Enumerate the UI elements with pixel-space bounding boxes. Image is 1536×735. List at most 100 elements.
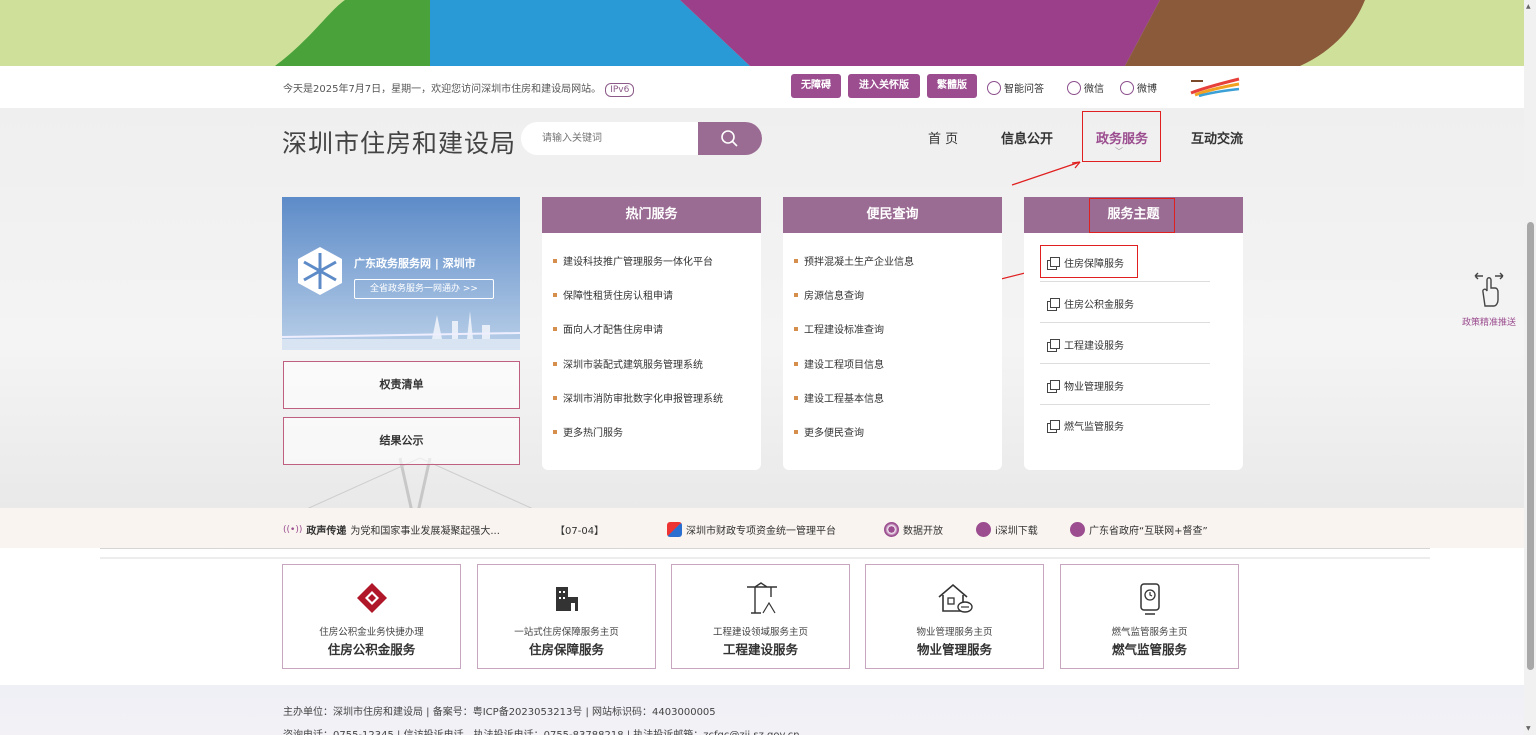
hot-service-item[interactable]: 面向人才配售住房申请 xyxy=(553,321,663,336)
card-subtitle: 物业管理服务主页 xyxy=(916,627,993,638)
search-button[interactable] xyxy=(698,122,762,155)
bullet-icon xyxy=(553,258,557,263)
top-banner xyxy=(0,0,1536,66)
main-area xyxy=(0,108,1524,559)
topic-property-management[interactable]: 物业管理服务 xyxy=(1047,378,1124,393)
topic-housing-fund[interactable]: 住房公积金服务 xyxy=(1047,296,1134,311)
promo-button[interactable]: 全省政务服务一网通办 >> xyxy=(354,279,494,299)
card-housing-security[interactable]: 一站式住房保障服务主页 住房保障服务 xyxy=(477,564,656,669)
weibo-link[interactable]: 微博 xyxy=(1120,80,1157,95)
care-mode-button[interactable]: 进入关怀版 xyxy=(848,74,920,98)
hot-service-label: 深圳市消防审批数字化申报管理系统 xyxy=(563,394,723,405)
card-property-management[interactable]: 物业管理服务主页 物业管理服务 xyxy=(865,564,1044,669)
scroll-up-arrow-icon[interactable]: ▲ xyxy=(1526,3,1531,10)
query-label: 建设工程基本信息 xyxy=(804,394,884,405)
divider xyxy=(1040,322,1210,323)
open-data-icon xyxy=(884,522,899,537)
card-subtitle: 燃气监管服务主页 xyxy=(1111,627,1188,638)
copy-icon xyxy=(1047,339,1060,352)
nav-interaction[interactable]: 互动交流 xyxy=(1191,128,1243,147)
bullet-icon xyxy=(553,361,557,366)
traditional-chinese-button[interactable]: 繁體版 xyxy=(927,74,977,98)
hot-service-label: 更多热门服务 xyxy=(563,428,623,439)
nav-info-disclosure[interactable]: 信息公开 xyxy=(1001,128,1053,147)
query-item[interactable]: 建设工程项目信息 xyxy=(794,356,884,371)
divider xyxy=(1040,281,1210,282)
hot-service-label: 面向人才配售住房申请 xyxy=(563,325,663,336)
convenience-query-title: 便民查询 xyxy=(783,197,1002,233)
nav-home[interactable]: 首 页 xyxy=(928,128,958,147)
scroll-down-arrow-icon[interactable]: ▼ xyxy=(1526,725,1531,732)
query-label: 建设工程项目信息 xyxy=(804,360,884,371)
gd-gov-service-promo[interactable]: 广东政务服务网 | 深圳市 全省政务服务一网通办 >> xyxy=(282,197,520,350)
highlight-box-housing-security xyxy=(1040,245,1138,278)
scrollbar-thumb[interactable] xyxy=(1527,222,1534,670)
diamond-logo-icon xyxy=(356,583,387,613)
footer: 主办单位：深圳市住房和建设局 | 备案号：粤ICP备2023053213号 | … xyxy=(0,685,1524,735)
query-item[interactable]: 预拌混凝土生产企业信息 xyxy=(794,253,914,268)
card-housing-fund[interactable]: 住房公积金业务快捷办理 住房公积金服务 xyxy=(282,564,461,669)
bullet-icon xyxy=(553,292,557,297)
supervision-link[interactable]: 广东省政府“互联网+督查” xyxy=(1070,522,1208,537)
query-item[interactable]: 房源信息查询 xyxy=(794,287,864,302)
i-shenzhen-label: i深圳下载 xyxy=(995,526,1038,537)
policy-push-widget[interactable]: 政策精准推送 xyxy=(1453,266,1525,328)
card-title: 住房保障服务 xyxy=(528,642,604,657)
shenzhen-logo[interactable] xyxy=(1189,75,1241,97)
bullet-icon xyxy=(794,429,798,434)
card-subtitle: 一站式住房保障服务主页 xyxy=(514,627,619,638)
highlight-box-topics-title xyxy=(1089,198,1175,233)
card-gas-supervision[interactable]: 燃气监管服务主页 燃气监管服务 xyxy=(1060,564,1239,669)
welcome-text: 今天是2025年7月7日，星期一，欢迎您访问深圳市住房和建设局网站。 IPv6 xyxy=(283,80,635,97)
gas-meter-icon xyxy=(1061,581,1238,615)
city-skyline-image xyxy=(282,311,520,350)
i-shenzhen-icon xyxy=(976,522,991,537)
query-label: 预拌混凝土生产企业信息 xyxy=(804,257,914,268)
highlight-box-nav xyxy=(1082,111,1161,162)
query-item[interactable]: 建设工程基本信息 xyxy=(794,390,884,405)
news-tag: 政声传递 xyxy=(306,526,347,537)
hot-service-item[interactable]: 建设科技推广管理服务一体化平台 xyxy=(553,253,713,268)
smart-qa-label: 智能问答 xyxy=(1004,84,1044,95)
house-chat-icon xyxy=(866,581,1043,615)
more-hot-services-link[interactable]: 更多热门服务 xyxy=(553,424,623,439)
card-construction[interactable]: 工程建设领域服务主页 工程建设服务 xyxy=(671,564,850,669)
smart-qa-link[interactable]: 智能问答 xyxy=(987,80,1044,95)
weibo-label: 微博 xyxy=(1137,84,1157,95)
news-headline[interactable]: ((•)) 政声传递 为党和国家事业发展凝聚起强大... xyxy=(283,522,500,538)
bullet-icon xyxy=(794,258,798,263)
hot-service-item[interactable]: 深圳市消防审批数字化申报管理系统 xyxy=(553,390,723,405)
hot-service-item[interactable]: 保障性租赁住房认租申请 xyxy=(553,287,673,302)
broadcast-icon: ((•)) xyxy=(283,524,303,535)
hot-services-panel: 热门服务 建设科技推广管理服务一体化平台 保障性租赁住房认租申请 面向人才配售住… xyxy=(542,197,761,470)
annotation-arrow-nav xyxy=(1011,161,1081,186)
hot-service-item[interactable]: 深圳市装配式建筑服务管理系统 xyxy=(553,356,703,371)
query-item[interactable]: 工程建设标准查询 xyxy=(794,321,884,336)
more-queries-link[interactable]: 更多便民查询 xyxy=(794,424,864,439)
topic-gas-supervision[interactable]: 燃气监管服务 xyxy=(1047,418,1124,433)
topic-construction[interactable]: 工程建设服务 xyxy=(1047,337,1124,352)
open-data-link[interactable]: 数据开放 xyxy=(884,522,943,537)
finance-platform-icon xyxy=(667,522,682,537)
finance-platform-label: 深圳市财政专项资金统一管理平台 xyxy=(686,526,836,537)
finance-platform-link[interactable]: 深圳市财政专项资金统一管理平台 xyxy=(667,522,836,537)
crane-icon xyxy=(672,581,849,615)
divider xyxy=(1040,404,1210,405)
gas-cylinder-icon xyxy=(1139,583,1160,615)
i-shenzhen-link[interactable]: i深圳下载 xyxy=(976,522,1038,537)
power-list-button[interactable]: 权责清单 xyxy=(283,361,520,409)
vertical-scrollbar[interactable]: ▲ ▼ xyxy=(1524,0,1536,735)
copy-icon xyxy=(1047,420,1060,433)
bullet-icon xyxy=(794,361,798,366)
search-input[interactable] xyxy=(521,122,699,155)
wechat-link[interactable]: 微信 xyxy=(1067,80,1104,95)
site-title[interactable]: 深圳市住房和建设局 xyxy=(282,124,516,160)
result-publicity-button[interactable]: 结果公示 xyxy=(283,417,520,465)
search-box xyxy=(521,122,762,155)
hand-pointer-icon xyxy=(1474,272,1504,307)
bullet-icon xyxy=(553,326,557,331)
wechat-label: 微信 xyxy=(1084,84,1104,95)
bullet-icon xyxy=(794,395,798,400)
promo-title: 广东政务服务网 | 深圳市 xyxy=(354,257,476,270)
barrier-free-button[interactable]: 无障碍 xyxy=(791,74,841,98)
